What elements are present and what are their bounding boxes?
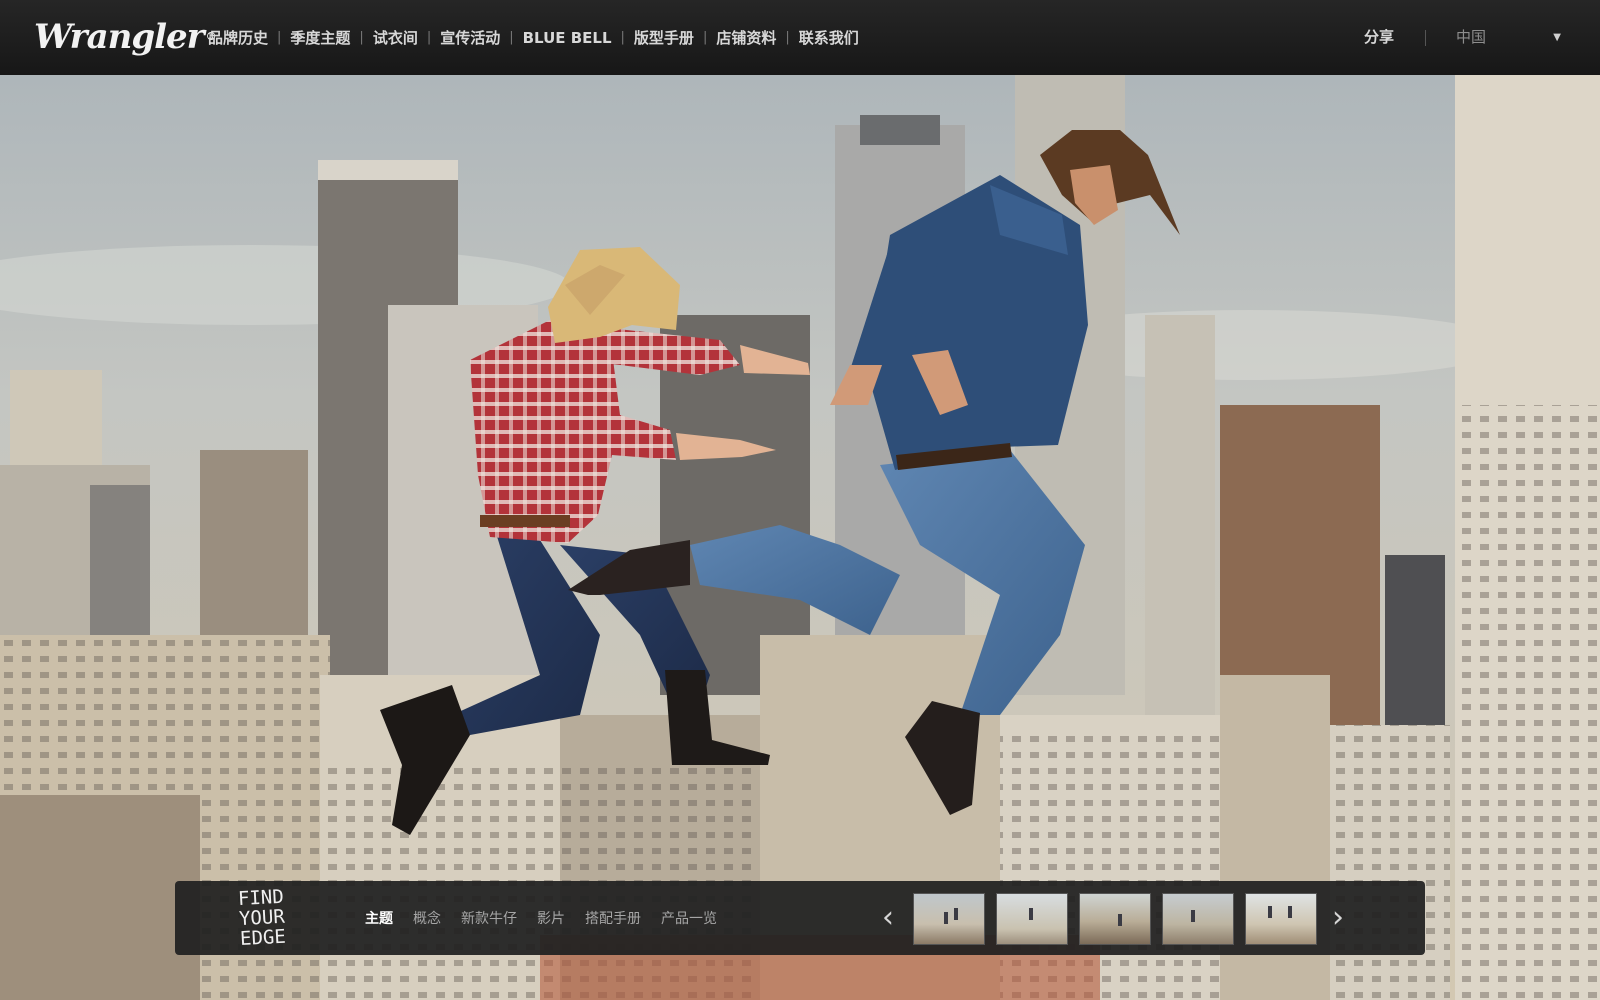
nav-separator: | (785, 30, 790, 45)
subnav-item-concept[interactable]: 概念 (413, 908, 441, 928)
thumbnail-figure (1268, 906, 1272, 918)
thumbnail-3[interactable] (1079, 893, 1151, 945)
nav-separator: | (277, 30, 282, 45)
subnav-item-product-overview[interactable]: 产品一览 (661, 908, 717, 928)
thumbnail-figure (1029, 908, 1033, 920)
wrangler-logo[interactable]: Wrangler ® (34, 12, 217, 62)
thumbnail-figure (954, 908, 958, 920)
chevron-left-icon[interactable]: ‹ (875, 897, 901, 939)
thumbnail-figure (1118, 914, 1122, 926)
bottom-bar: FIND YOUR EDGE 主题 概念 新款牛仔 影片 搭配手册 产品一览 ‹… (175, 881, 1425, 955)
nav-item-seasonal-theme[interactable]: 季度主题 (290, 27, 350, 48)
find-your-edge-slogan: FIND YOUR EDGE (237, 885, 320, 951)
nav-separator: | (620, 30, 625, 45)
thumbnail-figure (944, 912, 948, 924)
thumbnail-5[interactable] (1245, 893, 1317, 945)
nav-item-campaign[interactable]: 宣传活动 (440, 27, 500, 48)
nav-separator: | (702, 30, 708, 45)
main-nav: 品牌历史 | 季度主题 | 试衣间 | 宣传活动 | BLUE BELL | 版… (208, 0, 859, 75)
thumbnail-2[interactable] (996, 893, 1068, 945)
nav-separator: | (359, 30, 364, 45)
nav-item-brand-history[interactable]: 品牌历史 (208, 27, 268, 48)
chevron-down-icon: ▼ (1553, 32, 1561, 43)
thumbnail-1[interactable] (913, 893, 985, 945)
share-button[interactable]: 分享 (1364, 0, 1394, 75)
nav-separator: | (509, 30, 514, 45)
top-header: Wrangler ® 品牌历史 | 季度主题 | 试衣间 | 宣传活动 | BLU… (0, 0, 1600, 75)
nav-item-fitting-room[interactable]: 试衣间 (373, 27, 418, 48)
thumbnail-figure (1288, 906, 1292, 918)
slogan-line: EDGE (239, 925, 287, 951)
region-select[interactable]: 中国 ▼ (1456, 0, 1561, 75)
sub-nav: 主题 概念 新款牛仔 影片 搭配手册 产品一览 (365, 881, 737, 955)
nav-item-store-info[interactable]: 店铺资料 (716, 27, 776, 48)
subnav-item-videos[interactable]: 影片 (537, 908, 565, 928)
header-divider (1425, 30, 1426, 46)
nav-item-fit-guide[interactable]: 版型手册 (634, 27, 694, 48)
logo-text: Wrangler (34, 17, 205, 57)
hero-image (0, 75, 1600, 1000)
thumbnail-4[interactable] (1162, 893, 1234, 945)
hero-illustration (0, 75, 1600, 1000)
region-label: 中国 (1456, 28, 1487, 46)
nav-item-contact-us[interactable]: 联系我们 (799, 27, 859, 48)
subnav-item-style-guide[interactable]: 搭配手册 (585, 908, 641, 928)
subnav-item-theme[interactable]: 主题 (365, 908, 393, 928)
chevron-right-icon[interactable]: › (1325, 897, 1351, 939)
subnav-item-new-denim[interactable]: 新款牛仔 (461, 908, 517, 928)
thumbnail-figure (1191, 910, 1195, 922)
nav-separator: | (426, 30, 432, 45)
nav-item-blue-bell[interactable]: BLUE BELL (523, 29, 612, 47)
